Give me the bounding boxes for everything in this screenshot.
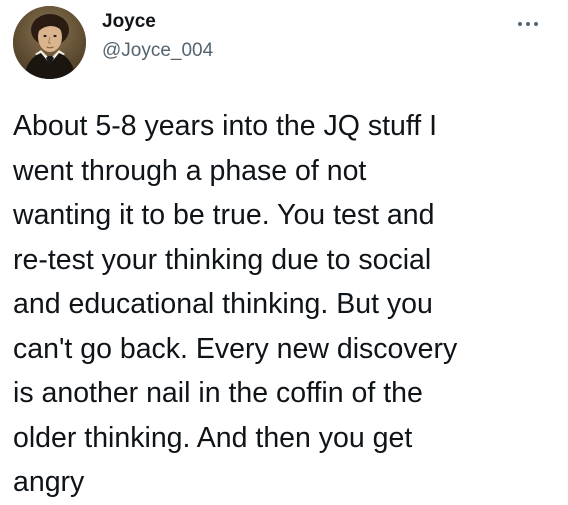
tweet-card: Joyce @Joyce_004 About 5-8 years into th… bbox=[0, 0, 568, 498]
portrait-avatar-icon bbox=[13, 6, 86, 79]
more-horizontal-icon bbox=[518, 22, 538, 26]
display-name[interactable]: Joyce bbox=[102, 11, 156, 33]
tweet-text-line: and educational thinking. But you bbox=[13, 288, 433, 320]
tweet-text-line: older thinking. And then you get bbox=[13, 421, 413, 454]
tweet-text-line: went through a phase of not bbox=[13, 154, 367, 187]
user-handle[interactable]: @Joyce_004 bbox=[102, 40, 213, 62]
more-options-button[interactable] bbox=[510, 12, 546, 36]
tweet-text-line: wanting it to be true. You test and bbox=[13, 199, 435, 231]
tweet-text-line: can't go back. Every new discovery bbox=[13, 332, 458, 365]
tweet-text-line: About 5-8 years into the JQ stuff I bbox=[13, 110, 438, 142]
tweet-text-line: is another nail in the coffin of the bbox=[13, 377, 423, 409]
tweet-text-line: angry bbox=[13, 466, 85, 498]
avatar[interactable] bbox=[13, 6, 86, 79]
tweet-text-line: re-test your thinking due to social bbox=[13, 243, 432, 276]
tweet-text: About 5-8 years into the JQ stuff I went… bbox=[13, 104, 561, 505]
